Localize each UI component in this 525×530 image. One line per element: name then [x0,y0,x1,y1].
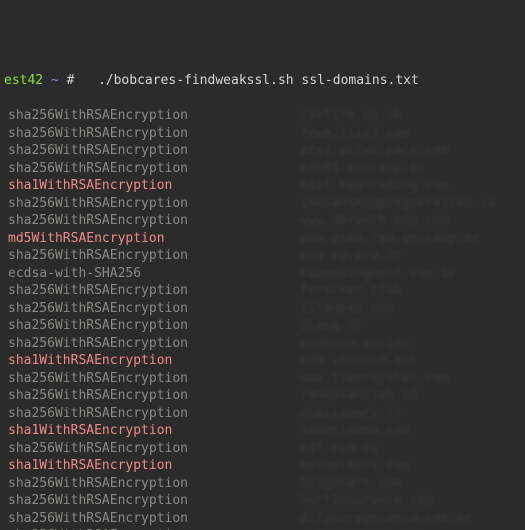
domain-name: blocq.nl [300,317,363,335]
output-row: sha1WithRSAEncryptionmail.hqgtrading.com [0,177,525,195]
domain-name: cupomkinghost.com.br [300,265,457,283]
domain-name: rancevahijab.id [300,387,417,405]
domain-name: cvefire.co.uk [300,107,402,125]
domain-name: arvi.actuelpacs.com [300,142,449,160]
prompt-hash: # [67,73,75,88]
output-row: sha256WithRSAEncryptiondifusoragoiania.c… [0,510,525,528]
domain-name: hanecinema.com [300,422,410,440]
domain-name: dolcezzashop.com [300,527,425,530]
signature-algorithm: md5WithRSAEncryption [0,230,300,248]
domain-name: bilgenart.com [300,475,402,493]
signature-algorithm: sha256WithRSAEncryption [0,492,300,510]
output-row: sha1WithRSAEncryptionhanecinema.com [0,422,525,440]
output-row: sha256WithRSAEncryptioncvefire.co.uk [0,107,525,125]
signature-algorithm: sha256WithRSAEncryption [0,387,300,405]
domain-name: difusoragoiania.com.br [300,510,472,528]
signature-algorithm: sha1WithRSAEncryption [0,352,300,370]
output-row: sha256WithRSAEncryptionwww.libertyslot.c… [0,370,525,388]
signature-algorithm: sha256WithRSAEncryption [0,212,300,230]
output-row: sha256WithRSAEncryptionelmissouri.fr [0,405,525,423]
signature-algorithm: sha1WithRSAEncryption [0,422,300,440]
domain-name: www.dsee.fee.unicamp.br [300,230,480,248]
signature-algorithm: sha256WithRSAEncryption [0,475,300,493]
output-row: sha256WithRSAEncryptionbilgenart.com [0,475,525,493]
signature-algorithm: ecdsa-with-SHA256 [0,265,300,283]
signature-algorithm: sha256WithRSAEncryption [0,282,300,300]
domain-name: forscher.club [300,282,402,300]
domain-name: indianshippingservices.co [300,195,496,213]
output-row: sha256WithRSAEncryptionadf.com.cy [0,440,525,458]
output-row: sha256WithRSAEncryptionarvi.actuelpacs.c… [0,142,525,160]
output-row: sha256WithRSAEncryptionindianshippingser… [0,195,525,213]
domain-name: www.libertyslot.com [300,370,449,388]
domain-name: adf.com.cy [300,440,378,458]
output-row: sha256WithRSAEncryptioncodeone.online [0,335,525,353]
output-row: sha256WithRSAEncryptiontitanpad.com [0,300,525,318]
domain-name: www.ebranch-acu.com [300,212,449,230]
signature-algorithm: sha256WithRSAEncryption [0,107,300,125]
output-row: sha256WithRSAEncryptionfewm.isis3.com [0,125,525,143]
signature-algorithm: sha256WithRSAEncryption [0,527,300,530]
output-row: sha256WithRSAEncryptiondolcezzashop.com [0,527,525,530]
domain-name: burrinsurance.com [300,492,433,510]
domain-name: www.my-pro.fr [300,247,402,265]
command-text: ./bobcares-findweakssl.sh ssl-domains.tx… [98,73,419,88]
domain-name: adm01.unicamp.br [300,160,425,178]
prompt-host: est42 [4,73,43,88]
signature-algorithm: sha256WithRSAEncryption [0,195,300,213]
signature-algorithm: sha256WithRSAEncryption [0,405,300,423]
signature-algorithm: sha256WithRSAEncryption [0,142,300,160]
domain-name: codeone.online [300,335,410,353]
signature-algorithm: sha256WithRSAEncryption [0,160,300,178]
output-row: sha256WithRSAEncryptionblocq.nl [0,317,525,335]
domain-name: titanpad.com [300,300,394,318]
signature-algorithm: sha256WithRSAEncryption [0,335,300,353]
signature-algorithm: sha1WithRSAEncryption [0,177,300,195]
signature-algorithm: sha1WithRSAEncryption [0,457,300,475]
domain-name: fewm.isis3.com [300,125,410,143]
domain-name: cdb.inhouse.net [300,352,417,370]
output-row: sha1WithRSAEncryptionbethelmhss.com [0,457,525,475]
signature-algorithm: sha256WithRSAEncryption [0,300,300,318]
terminal-output: sha256WithRSAEncryptioncvefire.co.uksha2… [0,107,525,530]
domain-name: elmissouri.fr [300,405,402,423]
signature-algorithm: sha256WithRSAEncryption [0,125,300,143]
output-row: sha256WithRSAEncryptionrancevahijab.id [0,387,525,405]
output-row: sha256WithRSAEncryptionforscher.club [0,282,525,300]
command-line: est42 ~ # ./bobcares-findweakssl.sh ssl-… [0,72,525,90]
output-row: sha1WithRSAEncryptioncdb.inhouse.net [0,352,525,370]
signature-algorithm: sha256WithRSAEncryption [0,510,300,528]
output-row: sha256WithRSAEncryptionwww.my-pro.fr [0,247,525,265]
signature-algorithm: sha256WithRSAEncryption [0,317,300,335]
output-row: sha256WithRSAEncryptionadm01.unicamp.br [0,160,525,178]
output-row: ecdsa-with-SHA256cupomkinghost.com.br [0,265,525,283]
signature-algorithm: sha256WithRSAEncryption [0,440,300,458]
signature-algorithm: sha256WithRSAEncryption [0,370,300,388]
prompt-path: ~ [51,73,59,88]
output-row: sha256WithRSAEncryptionwww.ebranch-acu.c… [0,212,525,230]
output-row: sha256WithRSAEncryptionburrinsurance.com [0,492,525,510]
signature-algorithm: sha256WithRSAEncryption [0,247,300,265]
domain-name: bethelmhss.com [300,457,410,475]
domain-name: mail.hqgtrading.com [300,177,449,195]
output-row: md5WithRSAEncryptionwww.dsee.fee.unicamp… [0,230,525,248]
